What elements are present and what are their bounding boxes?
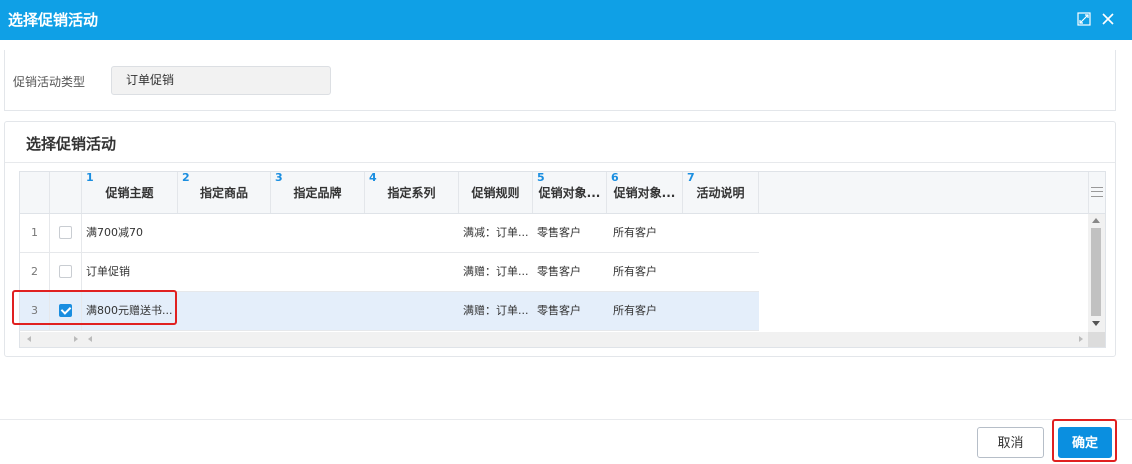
vertical-scrollbar[interactable] (1088, 214, 1105, 332)
column-header-product[interactable]: 2 指定商品 (178, 172, 271, 213)
footer-divider (0, 419, 1132, 420)
maximize-icon[interactable] (1075, 8, 1093, 30)
header-rownum (20, 172, 50, 213)
table-row[interactable]: 2 订单促销 满赠：订单... 零售客户 所有客户 (20, 253, 759, 292)
column-header-description[interactable]: 7 活动说明 (683, 172, 759, 213)
scroll-up-icon[interactable] (1092, 218, 1100, 223)
row-checkbox-checked[interactable] (59, 304, 72, 317)
cell-theme: 满800元赠送书... (86, 304, 173, 317)
row-checkbox-cell[interactable] (50, 292, 82, 330)
cell-theme: 订单促销 (86, 265, 130, 278)
menu-icon (1091, 187, 1103, 197)
scroll-corner (1088, 332, 1105, 347)
scroll-left-icon[interactable] (27, 336, 31, 342)
cell-theme: 满700减70 (86, 226, 143, 239)
cell-target-2: 所有客户 (613, 226, 657, 239)
column-header-rule[interactable]: 促销规则 (459, 172, 533, 213)
scroll-left-icon[interactable] (88, 336, 92, 342)
scroll-thumb[interactable] (1091, 228, 1101, 316)
cell-target-1: 零售客户 (537, 265, 581, 278)
list-title: 选择促销活动 (26, 135, 117, 153)
confirm-button[interactable]: 确定 (1058, 427, 1112, 458)
column-header-series[interactable]: 4 指定系列 (365, 172, 459, 213)
column-header-target-1[interactable]: 5 促销对象... (533, 172, 607, 213)
row-number: 2 (20, 253, 50, 291)
promotion-grid: 1 促销主题 2 指定商品 3 指定品牌 4 指定系列 促销规则 5 促销对象.… (19, 171, 1106, 348)
cancel-button[interactable]: 取消 (977, 427, 1044, 458)
cell-target-1: 零售客户 (537, 304, 581, 317)
cell-rule: 满赠：订单... (463, 265, 529, 278)
row-checkbox-cell[interactable] (50, 253, 82, 291)
filter-panel: 促销活动类型 订单促销 (4, 50, 1116, 111)
promotion-list-panel: 选择促销活动 1 促销主题 2 指定商品 3 指定品牌 4 指定系列 促销规则 … (4, 121, 1116, 357)
column-menu-button[interactable] (1088, 172, 1105, 214)
row-checkbox-cell[interactable] (50, 214, 82, 252)
table-row[interactable]: 1 满700减70 满减：订单... 零售客户 所有客户 (20, 214, 759, 253)
column-header-theme[interactable]: 1 促销主题 (82, 172, 178, 213)
close-icon[interactable] (1099, 8, 1117, 30)
cell-target-2: 所有客户 (613, 265, 657, 278)
table-row-selected[interactable]: 3 满800元赠送书... 满赠：订单... 零售客户 所有客户 (20, 292, 759, 331)
promotion-type-label: 促销活动类型 (13, 75, 86, 89)
scroll-down-icon[interactable] (1092, 321, 1100, 326)
grid-header: 1 促销主题 2 指定商品 3 指定品牌 4 指定系列 促销规则 5 促销对象.… (20, 172, 1088, 214)
cell-target-1: 零售客户 (537, 226, 581, 239)
column-header-brand[interactable]: 3 指定品牌 (271, 172, 365, 213)
row-checkbox[interactable] (59, 226, 72, 239)
cell-rule: 满减：订单... (463, 226, 529, 239)
promotion-type-field[interactable]: 订单促销 (111, 66, 331, 95)
row-number: 1 (20, 214, 50, 252)
scroll-right-icon[interactable] (74, 336, 78, 342)
dialog-title: 选择促销活动 (8, 11, 99, 29)
scroll-right-icon[interactable] (1079, 336, 1083, 342)
row-number: 3 (20, 292, 50, 330)
cell-target-2: 所有客户 (613, 304, 657, 317)
divider (5, 162, 1115, 163)
row-checkbox[interactable] (59, 265, 72, 278)
horizontal-scrollbar[interactable] (20, 332, 1088, 347)
column-header-target-2[interactable]: 6 促销对象... (607, 172, 683, 213)
dialog-titlebar: 选择促销活动 (0, 0, 1132, 40)
header-checkbox (50, 172, 82, 213)
cell-rule: 满赠：订单... (463, 304, 529, 317)
